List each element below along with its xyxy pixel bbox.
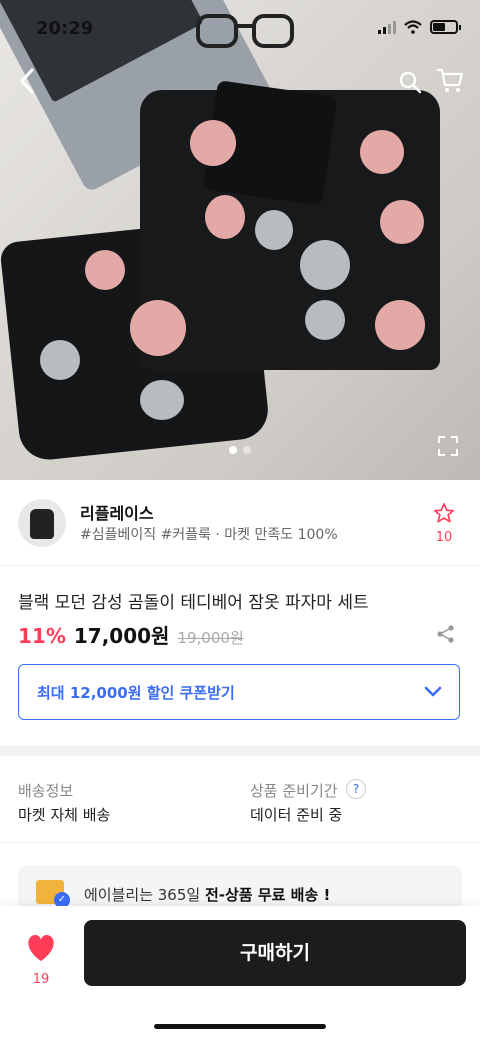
bottom-action-bar: 19 구매하기 — [0, 906, 480, 1039]
buy-button[interactable]: 구매하기 — [84, 920, 466, 986]
heart-icon — [28, 934, 54, 961]
bear-print — [380, 200, 424, 244]
store-favorite-button[interactable]: 10 — [430, 502, 458, 545]
price-row: 11% 17,000원 19,000원 — [18, 620, 244, 649]
divider-line — [0, 842, 480, 843]
free-shipping-text: 에이블리는 365일 전-상품 무료 배송 ! — [84, 884, 330, 905]
battery-icon — [430, 20, 461, 34]
discount-rate: 11% — [18, 624, 66, 648]
bear-print — [305, 300, 345, 340]
bear-print — [255, 210, 293, 250]
bear-print — [40, 340, 80, 380]
bear-print — [130, 300, 186, 356]
bear-print — [205, 195, 245, 239]
bear-print — [300, 240, 350, 290]
back-arrow-icon[interactable] — [16, 66, 40, 96]
product-title: 블랙 모던 감성 곰돌이 테디베어 잠옷 파자마 세트 — [18, 593, 369, 613]
prep-period-label: 상품 준비기간 — [250, 782, 338, 800]
pager-dot[interactable] — [243, 446, 251, 454]
chevron-down-icon — [424, 686, 442, 697]
cellular-signal-icon — [378, 20, 396, 34]
status-time: 20:29 — [36, 18, 94, 39]
search-icon[interactable] — [398, 70, 422, 94]
original-price: 19,000원 — [177, 629, 244, 647]
store-row[interactable]: 리플레이스 #심플베이직 #커플룩 · 마켓 만족도 100% 10 — [0, 480, 480, 566]
wifi-icon — [404, 20, 422, 34]
bear-print — [85, 250, 125, 290]
cart-icon[interactable] — [436, 68, 464, 94]
promo-prefix: 에이블리는 365일 — [84, 886, 205, 904]
prep-period-value: 데이터 준비 중 — [250, 806, 343, 824]
bear-print — [140, 380, 184, 420]
bear-print — [190, 120, 236, 166]
status-bar: 20:29 — [0, 0, 480, 56]
like-button[interactable]: 19 — [18, 934, 64, 987]
delivery-info-label: 배송정보 — [18, 782, 74, 800]
sale-price: 17,000원 — [73, 624, 170, 648]
store-favorite-count: 10 — [435, 530, 453, 545]
help-icon[interactable]: ? — [346, 779, 366, 799]
bear-print — [360, 130, 404, 174]
store-avatar[interactable] — [18, 499, 66, 547]
section-divider — [0, 746, 480, 756]
star-icon — [434, 503, 454, 523]
share-icon[interactable] — [436, 624, 456, 644]
bear-print — [375, 300, 425, 350]
like-count: 19 — [32, 972, 50, 987]
promo-highlight: 전-상품 무료 배송 ! — [204, 886, 331, 904]
delivery-info-value: 마켓 자체 배송 — [18, 806, 111, 824]
coupon-button[interactable]: 최대 12,000원 할인 쿠폰받기 — [18, 664, 460, 720]
pager-dot-active[interactable] — [229, 446, 237, 454]
coupon-label: 최대 12,000원 할인 쿠폰받기 — [37, 684, 235, 702]
home-indicator[interactable] — [154, 1024, 326, 1029]
product-image[interactable] — [0, 0, 480, 480]
store-name[interactable]: 리플레이스 — [80, 500, 154, 524]
store-tags: #심플베이직 #커플룩 · 마켓 만족도 100% — [80, 527, 338, 543]
image-pager — [0, 446, 480, 454]
